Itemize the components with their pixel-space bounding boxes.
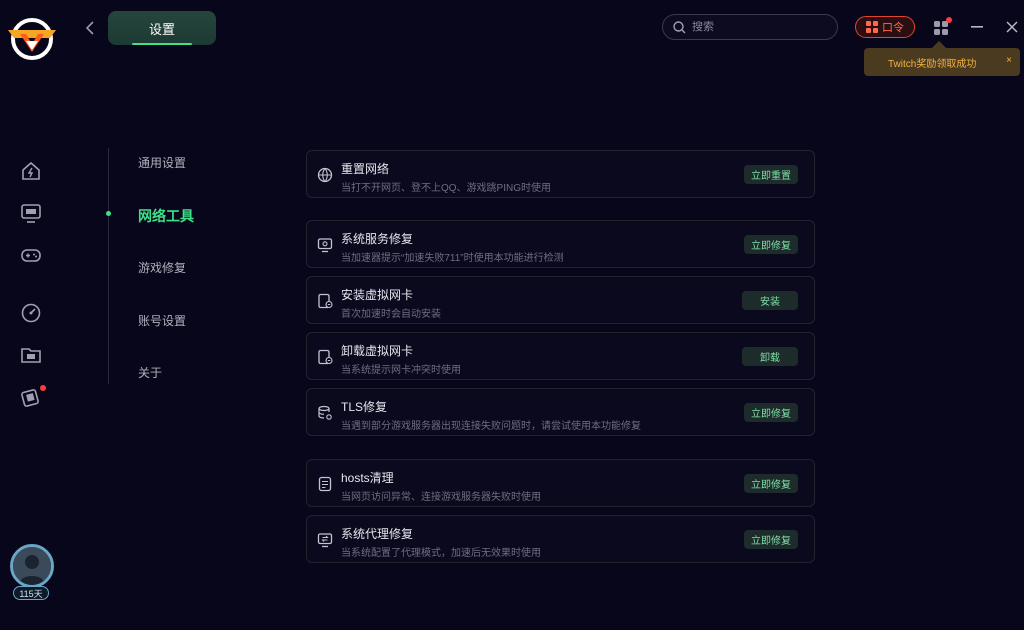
tool-card-hosts-clean: hosts清理 当网页访问异常、连接游戏服务器失败时使用 立即修复	[306, 459, 815, 507]
tool-desc: 当遇到部分游戏服务器出现连接失败问题时，请尝试使用本功能修复	[341, 421, 641, 432]
app-logo	[6, 14, 58, 64]
close-window-button[interactable]	[1004, 18, 1020, 36]
search-icon	[673, 20, 686, 33]
page-title-tab[interactable]: 设置	[108, 11, 216, 45]
search-box[interactable]	[662, 14, 838, 40]
reward-toast: Twitch奖励领取成功 ×	[864, 48, 1020, 76]
chevron-left-icon	[85, 21, 94, 35]
monitor-icon[interactable]	[20, 202, 42, 224]
active-nav-indicator	[106, 211, 111, 216]
speedometer-icon[interactable]	[20, 302, 42, 324]
uninstall-adapter-button[interactable]: 卸载	[742, 347, 798, 366]
user-avatar[interactable]	[10, 544, 54, 588]
tool-title: 系统代理修复	[341, 527, 414, 541]
tool-title: 安装虚拟网卡	[341, 288, 414, 302]
database-gear-icon	[317, 405, 333, 421]
tool-title: TLS修复	[341, 400, 388, 414]
toast-message: Twitch奖励领取成功	[888, 58, 977, 70]
proxy-monitor-icon	[317, 532, 333, 548]
kouling-label: 口令	[882, 22, 904, 34]
nav-item-network-tools[interactable]: 网络工具	[138, 206, 194, 226]
tool-desc: 当网页访问异常、连接游戏服务器失败时使用	[341, 492, 541, 503]
nav-item-about[interactable]: 关于	[138, 364, 162, 381]
tool-title: hosts清理	[341, 471, 394, 485]
tool-desc: 首次加速时会自动安装	[341, 309, 441, 320]
service-repair-button[interactable]: 立即修复	[744, 235, 798, 254]
notification-dot	[40, 385, 46, 391]
nav-item-account[interactable]: 账号设置	[138, 312, 186, 329]
gift-card-icon[interactable]	[20, 385, 46, 408]
apps-grid-icon[interactable]	[934, 17, 952, 35]
tool-title: 重置网络	[341, 162, 390, 176]
hosts-file-icon	[317, 476, 333, 492]
toast-close-button[interactable]: ×	[1006, 55, 1012, 66]
kouling-icon	[866, 21, 878, 33]
network-card-icon	[317, 349, 333, 365]
reset-network-button[interactable]: 立即重置	[744, 165, 798, 184]
nav-item-game-repair[interactable]: 游戏修复	[138, 259, 186, 276]
tool-card-reset-network: 重置网络 当打不开网页、登不上QQ、游戏跳PING时使用 立即重置	[306, 150, 815, 198]
member-days-badge: 115天	[13, 586, 49, 600]
tool-card-uninstall-adapter: 卸载虚拟网卡 当系统提示网卡冲突时使用 卸载	[306, 332, 815, 380]
tool-card-install-adapter: 安装虚拟网卡 首次加速时会自动安装 安装	[306, 276, 815, 324]
settings-nav-divider	[108, 148, 109, 384]
minimize-button[interactable]	[970, 18, 984, 36]
kouling-button[interactable]: 口令	[855, 16, 915, 38]
gamepad-icon[interactable]	[20, 244, 42, 266]
close-icon	[1006, 21, 1018, 33]
tool-title: 卸载虚拟网卡	[341, 344, 414, 358]
nav-item-general[interactable]: 通用设置	[138, 154, 186, 171]
globe-reset-icon	[317, 167, 333, 183]
notification-dot	[946, 17, 952, 23]
tool-desc: 当打不开网页、登不上QQ、游戏跳PING时使用	[341, 183, 552, 194]
tls-repair-button[interactable]: 立即修复	[744, 403, 798, 422]
monitor-service-icon	[317, 237, 333, 253]
back-button[interactable]	[80, 18, 100, 38]
tool-card-tls-repair: TLS修复 当遇到部分游戏服务器出现连接失败问题时，请尝试使用本功能修复 立即修…	[306, 388, 815, 436]
member-days-label: 115天	[19, 588, 43, 599]
install-adapter-button[interactable]: 安装	[742, 291, 798, 310]
proxy-repair-button[interactable]: 立即修复	[744, 530, 798, 549]
tool-desc: 当系统提示网卡冲突时使用	[341, 365, 461, 376]
folder-icon[interactable]	[20, 344, 42, 366]
hosts-clean-button[interactable]: 立即修复	[744, 474, 798, 493]
tool-desc: 当加速器提示“加速失败711”时使用本功能进行检测	[341, 253, 564, 264]
page-title: 设置	[148, 21, 175, 37]
tool-card-proxy-repair: 系统代理修复 当系统配置了代理模式，加速后无效果时使用 立即修复	[306, 515, 815, 563]
minimize-icon	[971, 26, 983, 28]
network-card-icon	[317, 293, 333, 309]
tool-desc: 当系统配置了代理模式，加速后无效果时使用	[341, 548, 541, 559]
tool-title: 系统服务修复	[341, 232, 414, 246]
search-input[interactable]	[692, 21, 832, 33]
home-boost-icon[interactable]	[20, 160, 42, 182]
tool-card-service-repair: 系统服务修复 当加速器提示“加速失败711”时使用本功能进行检测 立即修复	[306, 220, 815, 268]
